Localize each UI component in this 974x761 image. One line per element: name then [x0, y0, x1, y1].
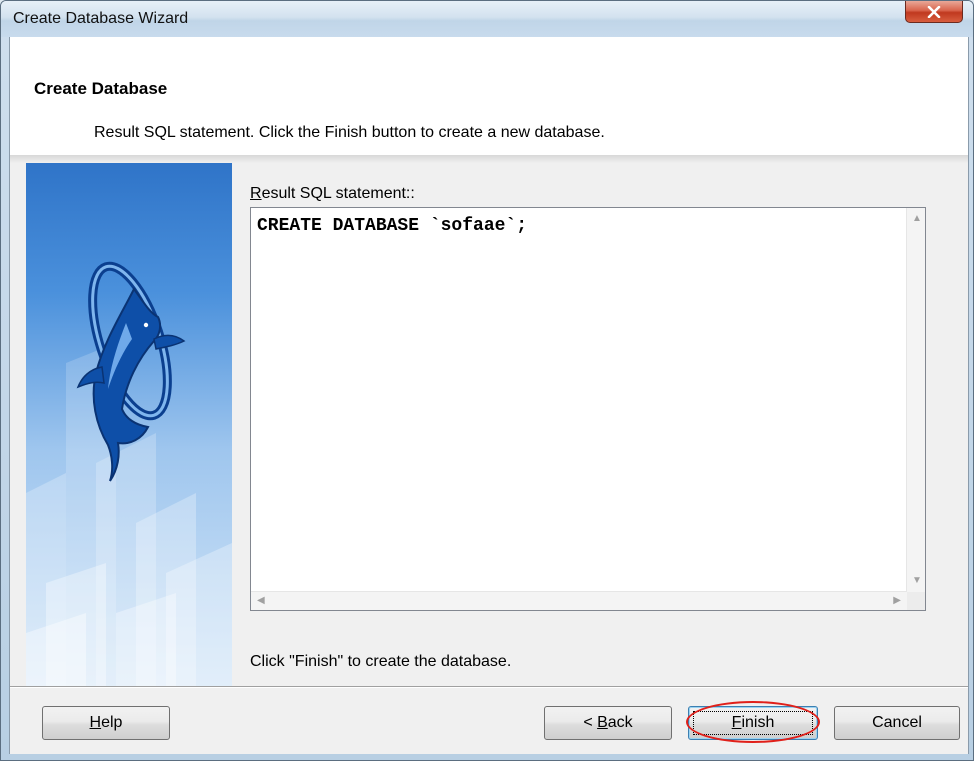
page-subtitle: Result SQL statement. Click the Finish b… — [94, 124, 605, 141]
finish-button[interactable]: Finish — [688, 706, 818, 740]
back-button[interactable]: < Back — [544, 706, 672, 740]
scroll-down-arrow-icon[interactable]: ▼ — [912, 576, 922, 586]
horizontal-scrollbar[interactable]: ◀ ▶ — [251, 591, 907, 610]
close-icon — [927, 5, 941, 18]
cancel-button[interactable]: Cancel — [834, 706, 960, 740]
help-mnemonic: H — [89, 714, 102, 731]
scrollbar-corner — [907, 592, 925, 610]
wizard-window: Create Database Wizard Create Database R… — [0, 0, 974, 761]
header-separator — [10, 155, 968, 163]
dialog-client-area: Create Database Result SQL statement. Cl… — [9, 37, 969, 754]
finish-hint-text: Click "Finish" to create the database. — [250, 653, 512, 670]
help-label: elp — [101, 714, 123, 731]
sql-statement-editor[interactable]: CREATE DATABASE `sofaae`; ▲ ▼ ◀ ▶ — [250, 207, 926, 611]
footer-separator — [10, 686, 968, 688]
sql-label-mnemonic: R — [250, 185, 262, 202]
window-title: Create Database Wizard — [13, 10, 189, 27]
scroll-right-arrow-icon[interactable]: ▶ — [893, 596, 901, 606]
sql-statement-text[interactable]: CREATE DATABASE `sofaae`; — [257, 216, 527, 236]
scroll-up-arrow-icon[interactable]: ▲ — [912, 214, 922, 224]
dolphin-logo-icon — [26, 261, 232, 686]
back-label: ack — [607, 714, 633, 731]
scroll-left-arrow-icon[interactable]: ◀ — [257, 596, 265, 606]
wizard-banner — [26, 163, 232, 686]
sql-statement-label: Result SQL statement:: — [250, 185, 415, 203]
close-button[interactable] — [905, 1, 963, 23]
back-mnemonic: B — [597, 714, 608, 731]
sql-label-text: esult SQL statement:: — [261, 185, 415, 202]
page-title: Create Database — [34, 79, 168, 98]
finish-mnemonic: F — [731, 714, 742, 731]
vertical-scrollbar[interactable]: ▲ ▼ — [906, 208, 925, 592]
wizard-main-panel: Result SQL statement:: CREATE DATABASE `… — [246, 163, 958, 686]
help-button[interactable]: Help — [42, 706, 170, 740]
finish-label: inish — [741, 714, 775, 731]
wizard-header: Create Database Result SQL statement. Cl… — [10, 37, 968, 155]
back-prefix: < — [583, 714, 598, 731]
title-bar[interactable]: Create Database Wizard — [1, 1, 973, 37]
